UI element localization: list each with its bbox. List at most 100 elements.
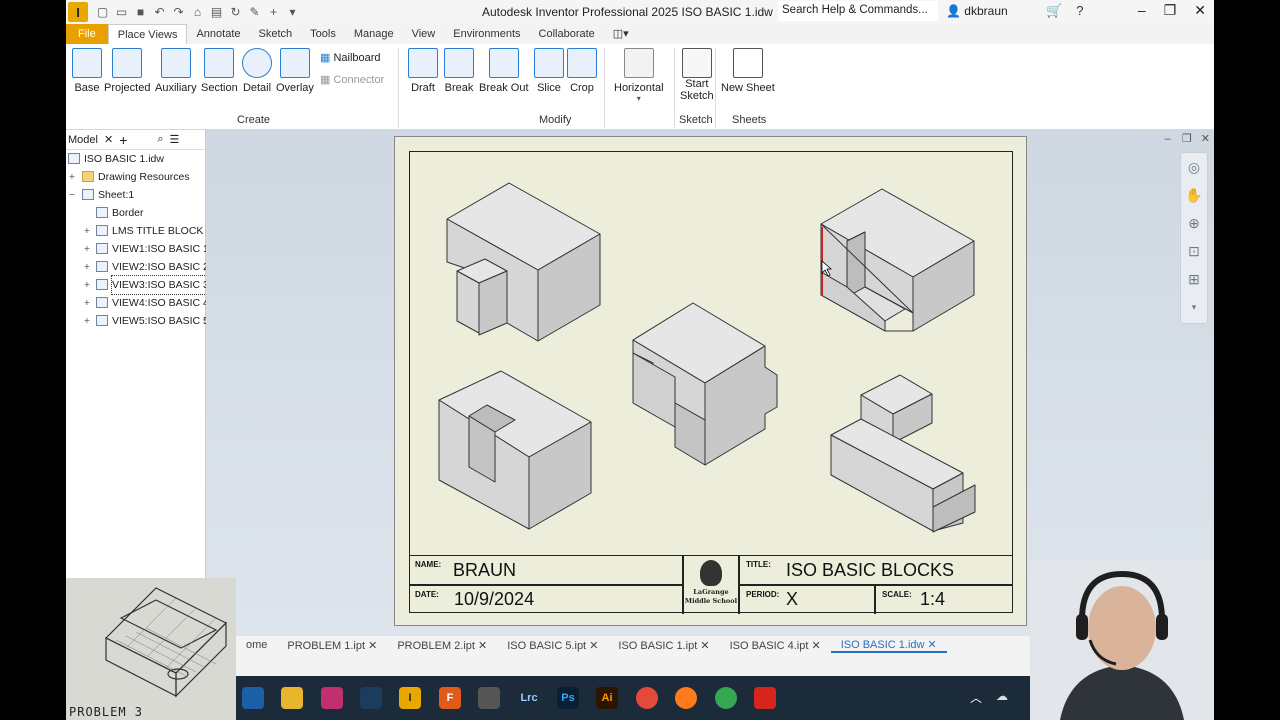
file-explorer-icon[interactable] — [281, 687, 303, 709]
connector-button[interactable]: ▦ Connector — [320, 73, 384, 86]
expand-icon[interactable]: + — [82, 240, 92, 258]
close-icon[interactable]: ✕ — [1201, 133, 1210, 145]
expand-icon[interactable]: + — [67, 168, 77, 186]
slice-button[interactable]: Slice — [534, 48, 564, 94]
horizontal-align-button[interactable]: Horizontal ▾ — [614, 48, 664, 103]
steam-icon[interactable] — [360, 687, 382, 709]
ribbon-options-icon[interactable]: ◫▾ — [604, 24, 638, 44]
expand-icon[interactable]: + — [82, 258, 92, 276]
doc-tab-home[interactable]: ome — [236, 639, 277, 651]
view1-block[interactable] — [446, 182, 601, 342]
add-icon[interactable]: + — [119, 132, 127, 148]
crop-button[interactable]: Crop — [567, 48, 597, 94]
tree-item-title-block[interactable]: + LMS TITLE BLOCK — [66, 222, 205, 240]
customize-icon[interactable]: ▾ — [284, 5, 301, 19]
photoshop-icon[interactable]: Ps — [557, 687, 579, 709]
close-icon[interactable]: ✕ — [1194, 2, 1206, 19]
onedrive-icon[interactable]: ☁ — [996, 689, 1008, 703]
undo-icon[interactable]: ↶ — [151, 5, 168, 19]
start-sketch-button[interactable]: Start Sketch — [680, 48, 714, 102]
tree-item-view[interactable]: + VIEW4:ISO BASIC 4.ip — [66, 294, 220, 312]
acrobat-icon[interactable] — [754, 687, 776, 709]
tree-item-view[interactable]: + VIEW1:ISO BASIC 1.ip — [66, 240, 220, 258]
base-view-button[interactable]: Base — [72, 48, 102, 94]
zoom-icon[interactable]: ⊕ — [1181, 209, 1207, 237]
steering-wheel-icon[interactable]: ◎ — [1181, 153, 1207, 181]
nailboard-button[interactable]: ▦ Nailboard — [320, 51, 381, 64]
expand-icon[interactable]: + — [82, 222, 92, 240]
search-icon[interactable]: ⌕ — [157, 133, 163, 146]
firefox-icon[interactable] — [675, 687, 697, 709]
doc-tab[interactable]: PROBLEM 2.ipt ✕ — [387, 639, 497, 652]
view5-block[interactable] — [830, 374, 976, 533]
expand-icon[interactable]: + — [82, 312, 92, 330]
minimize-icon[interactable]: – — [1138, 2, 1146, 19]
doc-tab[interactable]: PROBLEM 1.ipt ✕ — [277, 639, 387, 652]
auxiliary-view-button[interactable]: Auxiliary — [155, 48, 197, 94]
menu-icon[interactable]: ☰ — [170, 133, 180, 146]
tray-chevron-icon[interactable]: ︿ — [970, 689, 982, 706]
minimize-icon[interactable]: – — [1165, 133, 1171, 145]
close-icon[interactable]: ✕ — [104, 133, 113, 146]
break-out-button[interactable]: Break Out — [479, 48, 529, 94]
fusion-icon[interactable]: F — [439, 687, 461, 709]
nav-options-icon[interactable]: ▾ — [1181, 293, 1207, 321]
doc-tab[interactable]: ISO BASIC 4.ipt ✕ — [720, 639, 831, 652]
help-icon[interactable]: ? — [1076, 3, 1083, 19]
draft-view-button[interactable]: Draft — [408, 48, 438, 94]
zoom-all-icon[interactable]: ⊞ — [1181, 265, 1207, 293]
section-view-button[interactable]: Section — [201, 48, 238, 94]
tree-item-drawing-resources[interactable]: + Drawing Resources — [66, 168, 205, 186]
pan-icon[interactable]: ✋ — [1181, 181, 1207, 209]
tree-item-border[interactable]: Border — [66, 204, 205, 222]
home-icon[interactable]: ⌂ — [189, 5, 206, 19]
tab-collaborate[interactable]: Collaborate — [530, 24, 604, 44]
doc-tab[interactable]: ISO BASIC 5.ipt ✕ — [497, 639, 608, 652]
user-account[interactable]: 👤 dkbraun — [946, 4, 1008, 18]
close-icon[interactable]: ✕ — [928, 639, 937, 651]
restore-icon[interactable]: ❐ — [1182, 133, 1192, 145]
close-icon[interactable]: ✕ — [368, 640, 377, 652]
inventor-taskbar-icon[interactable]: I — [399, 687, 421, 709]
expand-icon[interactable]: + — [82, 294, 92, 312]
close-icon[interactable]: ✕ — [700, 640, 709, 652]
drawing-sheet[interactable]: NAME: BRAUN DATE: 10/9/2024 LaGrange Mid… — [394, 136, 1027, 626]
zoom-window-icon[interactable]: ⊡ — [1181, 237, 1207, 265]
illustrator-icon[interactable]: Ai — [596, 687, 618, 709]
cart-icon[interactable]: 🛒 — [1046, 3, 1062, 19]
tree-item-sheet[interactable]: − Sheet:1 — [66, 186, 205, 204]
close-icon[interactable]: ✕ — [812, 640, 821, 652]
break-button[interactable]: Break — [444, 48, 474, 94]
save-icon[interactable]: ■ — [132, 5, 149, 19]
tab-manage[interactable]: Manage — [345, 24, 403, 44]
view4-block[interactable] — [438, 370, 592, 530]
tab-place-views[interactable]: Place Views — [107, 24, 188, 44]
lightroom-icon[interactable]: Lrc — [518, 687, 540, 709]
close-icon[interactable]: ✕ — [478, 640, 487, 652]
print-icon[interactable]: ▤ — [208, 5, 225, 19]
doc-tab-active[interactable]: ISO BASIC 1.idw ✕ — [830, 638, 947, 653]
new-icon[interactable]: ▢ — [94, 5, 111, 19]
tab-annotate[interactable]: Annotate — [187, 24, 249, 44]
add-icon[interactable]: + — [265, 5, 282, 19]
tab-view[interactable]: View — [403, 24, 445, 44]
inventor-logo-icon[interactable]: I — [68, 2, 88, 22]
tree-item-document[interactable]: ISO BASIC 1.idw — [66, 150, 205, 168]
close-icon[interactable]: ✕ — [589, 640, 598, 652]
tab-environments[interactable]: Environments — [444, 24, 529, 44]
doc-tab[interactable]: ISO BASIC 1.ipt ✕ — [608, 639, 719, 652]
app-jm-icon[interactable] — [242, 687, 264, 709]
tree-item-view[interactable]: + VIEW5:ISO BASIC 5.ip — [66, 312, 220, 330]
search-input[interactable]: Search Help & Commands... — [778, 1, 938, 21]
expand-icon[interactable]: + — [82, 276, 92, 294]
tab-sketch[interactable]: Sketch — [250, 24, 302, 44]
tree-item-view[interactable]: + VIEW2:ISO BASIC 2.ip — [66, 258, 220, 276]
measure-icon[interactable]: ✎ — [246, 5, 263, 19]
github-icon[interactable] — [478, 687, 500, 709]
browser-title[interactable]: Model — [68, 134, 98, 146]
new-sheet-button[interactable]: New Sheet — [721, 48, 775, 94]
tree-item-view-selected[interactable]: + VIEW3:ISO BASIC 3.ip — [66, 275, 221, 295]
restore-icon[interactable]: ❐ — [1164, 2, 1177, 19]
tab-tools[interactable]: Tools — [301, 24, 345, 44]
collapse-icon[interactable]: − — [67, 186, 77, 204]
